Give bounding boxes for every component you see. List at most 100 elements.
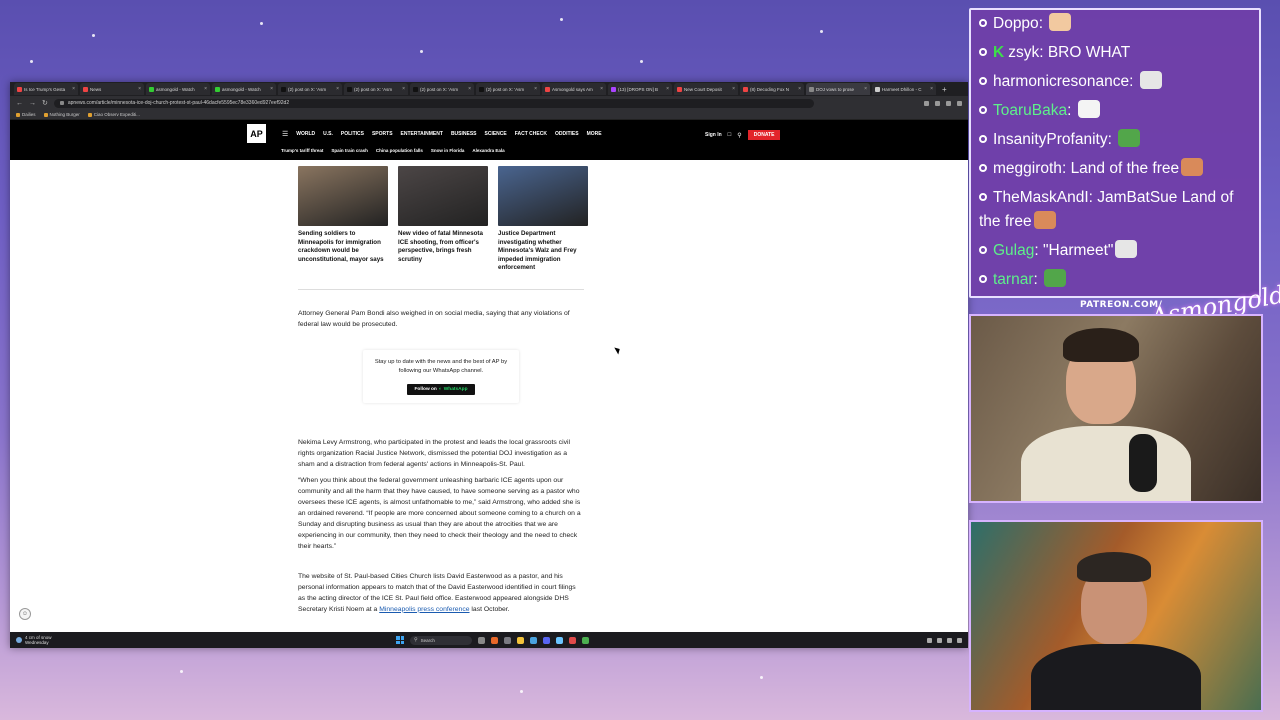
nav-item[interactable]: MORE <box>587 131 602 137</box>
new-tab-button[interactable]: + <box>942 85 947 94</box>
tab-close-icon[interactable]: × <box>534 86 537 92</box>
forward-icon[interactable]: → <box>29 100 36 107</box>
related-story-card[interactable]: Sending soldiers to Minneapolis for immi… <box>298 166 388 273</box>
app-icon[interactable] <box>530 636 537 644</box>
browser-app-icon[interactable] <box>491 636 498 644</box>
accessibility-icon[interactable]: ☺ <box>19 608 31 620</box>
task-view-icon[interactable] <box>478 636 485 644</box>
story-title[interactable]: Sending soldiers to Minneapolis for immi… <box>298 230 388 264</box>
browser-tab[interactable]: (13) [DROPS ON] B × <box>608 83 672 95</box>
search-icon[interactable]: ⚲ <box>737 132 741 139</box>
extension-icon[interactable] <box>924 100 929 106</box>
file-explorer-icon[interactable] <box>517 636 524 644</box>
taskbar-search[interactable]: ⚲ Search <box>410 635 472 645</box>
chat-message: ToaruBaka: <box>979 99 1251 123</box>
bookmark-item[interactable]: Ciao Observ Expediti... <box>87 112 140 117</box>
related-story-card[interactable]: New video of fatal Minnesota ICE shootin… <box>398 166 488 273</box>
browser-tab[interactable]: (2) post on X: 'Asm × <box>410 83 474 95</box>
browser-tab[interactable]: (8) Decoding Fox N × <box>740 83 804 95</box>
browser-tab[interactable]: Asmongold says Am × <box>542 83 606 95</box>
volume-icon[interactable] <box>947 637 952 643</box>
chrome-icon[interactable] <box>582 636 589 644</box>
reload-icon[interactable]: ↻ <box>42 99 48 107</box>
browser-tab[interactable]: New Court Deposit × <box>674 83 738 95</box>
browser-window: Is Ice Trump's Gesta × News × asmongold - Wa… <box>10 82 968 648</box>
nav-item[interactable]: WORLD <box>296 131 315 137</box>
nav-item[interactable]: ENTERTAINMENT <box>401 131 443 137</box>
tab-close-icon[interactable]: × <box>798 86 801 92</box>
chat-icon[interactable]: □ <box>728 132 732 138</box>
story-title[interactable]: New video of fatal Minnesota ICE shootin… <box>398 230 488 264</box>
tab-close-icon[interactable]: × <box>138 86 141 92</box>
nav-item[interactable]: SCIENCE <box>485 131 507 137</box>
related-story-card[interactable]: Justice Department investigating whether… <box>498 166 588 273</box>
back-icon[interactable]: ← <box>16 100 23 107</box>
app-icon[interactable] <box>504 636 511 644</box>
tab-close-icon[interactable]: × <box>930 86 933 92</box>
url-input[interactable]: apnews.com/article/minnesota-ice-doj-chu… <box>53 98 814 108</box>
whatsapp-follow-button[interactable]: Follow on ◐ WhatsApp <box>407 383 475 395</box>
windows-taskbar: 4 cm of snow Wednesday ⚲ Search <box>10 632 968 648</box>
microphone <box>1129 434 1157 492</box>
network-icon[interactable] <box>937 637 942 643</box>
hamburger-icon[interactable]: ☰ <box>282 130 288 138</box>
tab-close-icon[interactable]: × <box>666 86 669 92</box>
steam-icon[interactable] <box>556 636 563 644</box>
tab-label: (2) post on X: 'Asm <box>486 86 525 92</box>
tab-close-icon[interactable]: × <box>336 86 339 92</box>
nav-item[interactable]: ODDITIES <box>555 131 579 137</box>
browser-tab[interactable]: (2) post on X: 'Asm × <box>278 83 342 95</box>
tab-close-icon[interactable]: × <box>270 86 273 92</box>
trending-link[interactable]: China population falls <box>376 148 423 153</box>
browser-tab[interactable]: (2) post on X: 'Asm × <box>476 83 540 95</box>
browser-tab[interactable]: Is Ice Trump's Gesta × <box>14 83 78 95</box>
browser-tab[interactable]: asmongold - Watch × <box>146 83 210 95</box>
tab-close-icon[interactable]: × <box>468 86 471 92</box>
windows-start-icon[interactable] <box>396 636 404 644</box>
trending-link[interactable]: Trump's tariff threat <box>281 148 323 153</box>
browser-tab[interactable]: Harmeet Dhillon - C × <box>872 83 936 95</box>
trending-link[interactable]: Alexandra Eala <box>472 148 504 153</box>
obs-icon[interactable] <box>569 636 576 644</box>
download-icon[interactable] <box>935 100 940 106</box>
tab-close-icon[interactable]: × <box>600 86 603 92</box>
story-thumbnail[interactable] <box>398 166 488 226</box>
nav-item[interactable]: POLITICS <box>341 131 364 137</box>
press-conference-link[interactable]: Minneapolis press conference <box>379 606 469 613</box>
trending-link[interactable]: Snow in Florida <box>431 148 465 153</box>
tab-favicon-icon <box>479 86 484 92</box>
bookmark-item[interactable]: Dailies <box>16 112 36 117</box>
browser-tab[interactable]: News × <box>80 83 144 95</box>
tab-close-icon[interactable]: × <box>402 86 405 92</box>
trending-bar: Trump's tariff threat Spain train crash Ch… <box>281 148 505 153</box>
notification-icon[interactable] <box>957 637 962 643</box>
browser-tab[interactable]: (2) post on X: 'Asm × <box>344 83 408 95</box>
story-thumbnail[interactable] <box>298 166 388 226</box>
browser-tab[interactable]: asmongold - Watch × <box>212 83 276 95</box>
tab-close-icon[interactable]: × <box>864 86 867 92</box>
nav-item[interactable]: SPORTS <box>372 131 393 137</box>
nav-item[interactable]: U.S. <box>323 131 333 137</box>
ap-logo[interactable]: AP <box>247 124 266 143</box>
donate-button[interactable]: DONATE <box>747 130 781 140</box>
browser-tab[interactable]: DOJ vows to prose × <box>806 83 870 95</box>
tray-chevron-icon[interactable] <box>927 637 932 643</box>
tab-close-icon[interactable]: × <box>732 86 735 92</box>
bookmark-item[interactable]: Nothing Burger <box>43 112 80 117</box>
story-thumbnail[interactable] <box>498 166 588 226</box>
tab-favicon-icon <box>677 86 682 92</box>
tab-close-icon[interactable]: × <box>204 86 207 92</box>
tab-close-icon[interactable]: × <box>72 86 75 92</box>
discord-icon[interactable] <box>543 636 550 644</box>
nav-item[interactable]: FACT CHECK <box>515 131 547 137</box>
profile-icon[interactable] <box>946 100 951 106</box>
tab-favicon-icon <box>611 86 616 92</box>
nav-item[interactable]: BUSINESS <box>451 131 477 137</box>
story-title[interactable]: Justice Department investigating whether… <box>498 230 588 273</box>
signin-link[interactable]: Sign In <box>705 132 722 138</box>
trending-link[interactable]: Spain train crash <box>331 148 368 153</box>
article-paragraph-text: last October. <box>469 605 510 613</box>
weather-widget[interactable]: 4 cm of snow Wednesday <box>16 635 52 645</box>
chat-text: "Harmeet" <box>1043 242 1114 259</box>
menu-icon[interactable] <box>957 100 962 106</box>
